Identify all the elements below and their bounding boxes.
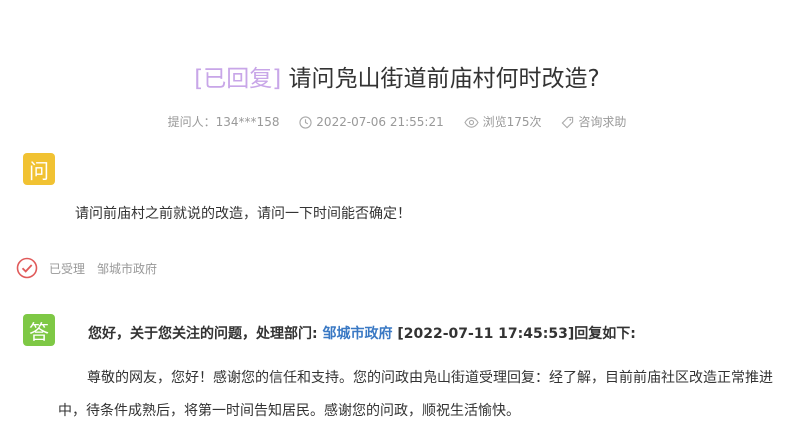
reply-intro: 您好，关于您关注的问题，处理部门: [88,326,323,342]
check-circle-icon [16,257,38,279]
reply-status: [已回复] [194,66,282,92]
clock-icon [299,115,312,129]
answer-badge: 答 [23,314,55,346]
accepted-department: 邹城市政府 [97,261,158,276]
category-info: 咨询求助 [561,113,626,130]
department-link[interactable]: 邹城市政府 [322,326,392,342]
page-title: [已回复] 请问凫山街道前庙村何时改造? [0,62,794,96]
time-info: 2022-07-06 21:55:21 [299,114,444,129]
post-time: 2022-07-06 21:55:21 [316,114,444,129]
tag-icon [561,116,574,129]
question-badge: 问 [23,153,55,185]
view-count: 浏览175次 [482,115,542,129]
eye-icon [463,117,479,128]
question-meta: 提问人：134***158 2022-07-06 21:55:21 浏览175次… [0,113,794,130]
category-label: 咨询求助 [578,115,627,129]
reply-header: 您好，关于您关注的问题，处理部门: 邹城市政府 [2022-07-11 17:4… [88,323,636,343]
views-info: 浏览175次 [463,113,542,130]
accepted-label: 已受理 [49,261,86,276]
question-title: 请问凫山街道前庙村何时改造? [281,66,600,92]
asker-info: 提问人：134***158 [167,115,280,129]
question-text: 请问前庙村之前就说的改造，请问一下时间能否确定！ [75,206,411,222]
reply-date: [2022-07-11 17:45:53]回复如下: [392,326,636,342]
acceptance-status: 已受理 邹城市政府 [16,257,157,279]
reply-body: 尊敬的网友，您好！感谢您的信任和支持。您的问政由凫山街道受理回复：经了解，目前前… [58,370,773,419]
